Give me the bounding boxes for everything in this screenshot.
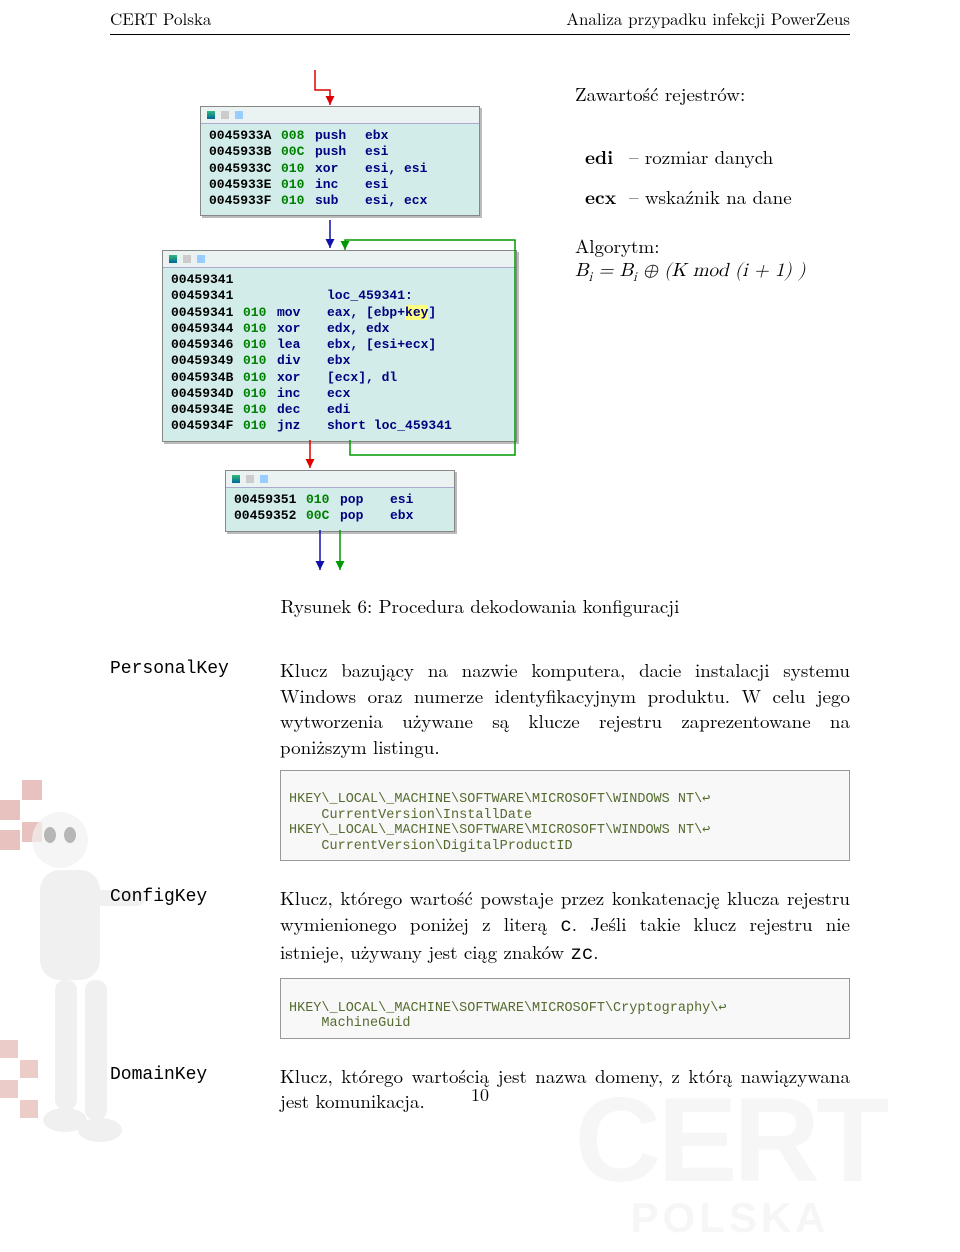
def-text: Klucz bazujący na nazwie komputera, daci… xyxy=(280,656,850,760)
page-number: 10 xyxy=(0,1082,960,1107)
algorithm-block: Algorytm: Bi = Bi ⊕ (K mod (i + 1) ) xyxy=(575,232,850,286)
header-right: Analiza przypadku infekcji PowerZeus xyxy=(566,6,850,30)
asm-block-1: 0045933A008pushebx 0045933B00Cpushesi 00… xyxy=(200,106,480,216)
register-item: ecx – wskaźnik na dane xyxy=(575,182,850,210)
header-left: CERT Polska xyxy=(110,6,211,30)
register-item: edi – rozmiar danych xyxy=(575,142,850,170)
page-header: CERT Polska Analiza przypadku infekcji P… xyxy=(110,0,850,35)
algorithm-formula: Bi = Bi ⊕ (K mod (i + 1) ) xyxy=(575,259,850,286)
def-personalkey: PersonalKey Klucz bazujący na nazwie kom… xyxy=(110,657,850,879)
asm-toolbar-icon xyxy=(201,107,479,124)
asm-block-2: 00459341 00459341loc_459341: 00459341010… xyxy=(162,250,517,442)
registry-listing: HKEY\_LOCAL\_MACHINE\SOFTWARE\MICROSOFT\… xyxy=(280,770,850,862)
registry-listing: HKEY\_LOCAL\_MACHINE\SOFTWARE\MICROSOFT\… xyxy=(280,978,850,1039)
def-text: Klucz, którego wartość powstaje przez ko… xyxy=(280,884,850,965)
def-configkey: ConfigKey Klucz, którego wartość powstaj… xyxy=(110,885,850,1056)
registers-heading: Zawartość rejestrów: xyxy=(575,80,850,107)
disassembly-figure: 0045933A008pushebx 0045933B00Cpushesi 00… xyxy=(110,70,555,570)
asm-toolbar-icon xyxy=(226,471,454,488)
asm-block-3: 00459351010popesi 0045935200Cpopebx xyxy=(225,470,455,532)
registers-sidebar: Zawartość rejestrów: edi – rozmiar danyc… xyxy=(575,70,850,286)
figure-caption: Rysunek 6: Procedura dekodowania konfigu… xyxy=(110,592,850,619)
asm-toolbar-icon xyxy=(163,251,516,268)
